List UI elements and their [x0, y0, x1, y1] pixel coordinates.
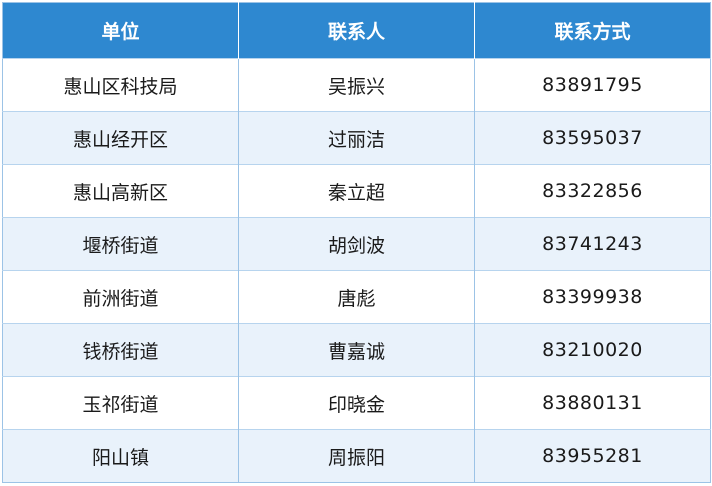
cell-phone: 83210020: [474, 323, 711, 377]
header-row: 单位 联系人 联系方式: [2, 2, 711, 59]
cell-phone: 83891795: [474, 58, 711, 112]
cell-phone: 83955281: [474, 429, 711, 483]
cell-contact: 过丽洁: [238, 111, 475, 165]
cell-contact: 唐彪: [238, 270, 475, 324]
cell-phone: 83399938: [474, 270, 711, 324]
cell-contact: 曹嘉诚: [238, 323, 475, 377]
cell-contact: 周振阳: [238, 429, 475, 483]
table-row: 阳山镇 周振阳 83955281: [2, 429, 711, 483]
cell-contact: 胡剑波: [238, 217, 475, 271]
header-contact: 联系人: [238, 2, 475, 59]
cell-unit: 惠山区科技局: [2, 58, 239, 112]
table-row: 玉祁街道 印晓金 83880131: [2, 376, 711, 430]
table-header: 单位 联系人 联系方式: [2, 2, 711, 59]
header-phone: 联系方式: [474, 2, 711, 59]
cell-unit: 惠山经开区: [2, 111, 239, 165]
header-unit: 单位: [2, 2, 239, 59]
cell-phone: 83595037: [474, 111, 711, 165]
table-row: 惠山经开区 过丽洁 83595037: [2, 111, 711, 165]
table-row: 堰桥街道 胡剑波 83741243: [2, 217, 711, 271]
contact-table: 单位 联系人 联系方式 惠山区科技局 吴振兴 83891795 惠山经开区 过丽…: [2, 2, 711, 483]
table-row: 惠山高新区 秦立超 83322856: [2, 164, 711, 218]
cell-unit: 阳山镇: [2, 429, 239, 483]
cell-contact: 印晓金: [238, 376, 475, 430]
table-body: 惠山区科技局 吴振兴 83891795 惠山经开区 过丽洁 83595037 惠…: [2, 58, 711, 483]
cell-unit: 前洲街道: [2, 270, 239, 324]
cell-contact: 吴振兴: [238, 58, 475, 112]
table-row: 惠山区科技局 吴振兴 83891795: [2, 58, 711, 112]
cell-unit: 钱桥街道: [2, 323, 239, 377]
table-row: 前洲街道 唐彪 83399938: [2, 270, 711, 324]
cell-unit: 玉祁街道: [2, 376, 239, 430]
cell-unit: 堰桥街道: [2, 217, 239, 271]
cell-phone: 83741243: [474, 217, 711, 271]
cell-unit: 惠山高新区: [2, 164, 239, 218]
table-row: 钱桥街道 曹嘉诚 83210020: [2, 323, 711, 377]
cell-contact: 秦立超: [238, 164, 475, 218]
cell-phone: 83880131: [474, 376, 711, 430]
cell-phone: 83322856: [474, 164, 711, 218]
